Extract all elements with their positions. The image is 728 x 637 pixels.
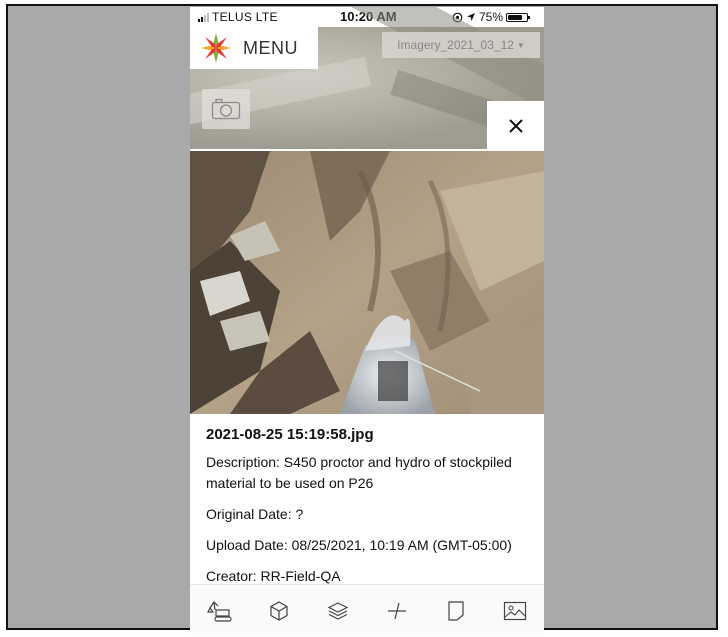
bottom-toolbar: [190, 584, 544, 635]
toolbar-image-button[interactable]: [500, 596, 530, 626]
toolbar-3d-model-button[interactable]: [264, 596, 294, 626]
layers-icon: [327, 601, 348, 620]
carrier-label: TELUS LTE: [212, 10, 278, 24]
site-photo[interactable]: [190, 151, 544, 414]
photo-image: [190, 151, 544, 414]
chevron-down-icon: ▼: [516, 40, 525, 50]
document-icon: [447, 600, 464, 621]
imagery-dropdown[interactable]: Imagery_2021_03_12 ▼: [382, 32, 540, 58]
cube-icon: [269, 600, 288, 621]
battery-level: [508, 14, 523, 20]
photo-original-date: Original Date: ?: [206, 506, 304, 522]
photo-description: Description: S450 proctor and hydro of s…: [206, 454, 512, 491]
close-icon: [508, 119, 523, 133]
menu-label: MENU: [243, 38, 298, 58]
image-icon: [503, 601, 526, 620]
toolbar-excavator-button[interactable]: [205, 596, 235, 626]
camera-button[interactable]: [202, 89, 250, 129]
imagery-dropdown-value: Imagery_2021_03_12: [397, 38, 514, 52]
toolbar-measure-button[interactable]: [382, 596, 412, 626]
location-arrow-icon: [467, 13, 475, 21]
measure-icon: [387, 602, 406, 619]
battery-icon: [506, 12, 531, 22]
photo-details: 2021-08-25 15:19:58.jpg Description: S45…: [190, 414, 544, 584]
close-button[interactable]: [487, 101, 544, 151]
toolbar-document-button[interactable]: [441, 596, 471, 626]
phone-screen: TELUS LTE 10:20 AM 75% MENU Imagery_2021…: [190, 7, 544, 635]
toolbar-layers-button[interactable]: [323, 596, 353, 626]
signal-icon: [198, 13, 209, 22]
photo-upload-date: Upload Date: 08/25/2021, 10:19 AM (GMT-0…: [206, 537, 512, 553]
photo-filename: 2021-08-25 15:19:58.jpg: [206, 426, 374, 443]
menu-button[interactable]: MENU: [190, 27, 318, 69]
excavator-icon: [206, 600, 232, 622]
camera-icon: [211, 98, 241, 120]
app-logo-icon: [201, 33, 231, 63]
battery-percent: 75%: [479, 10, 504, 24]
